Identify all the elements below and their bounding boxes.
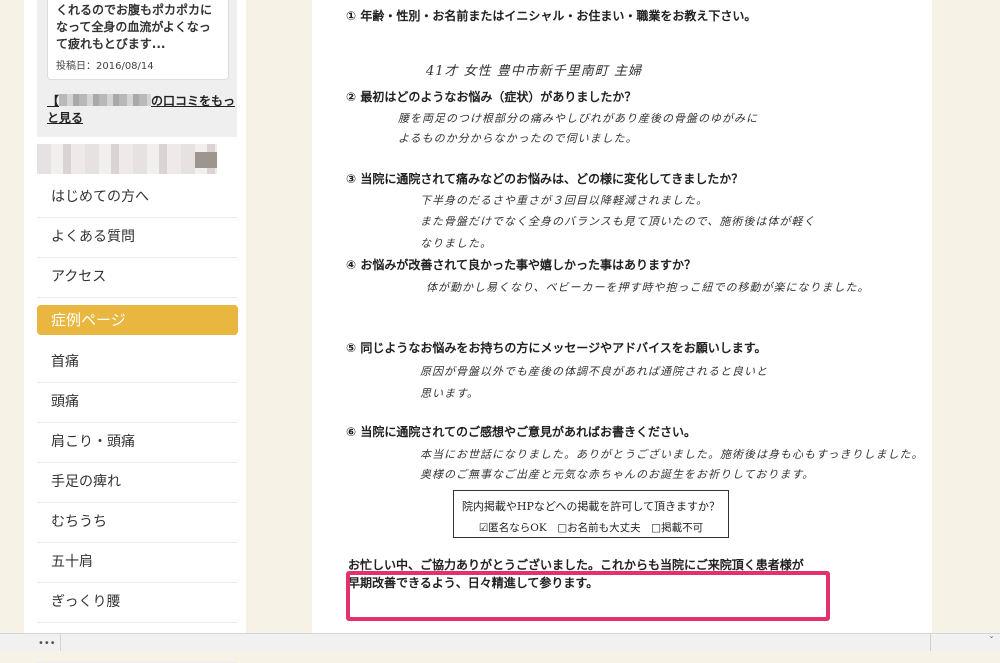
question-5: ⑤ 同じようなお悩みをお持ちの方にメッセージやアドバイスをお願いします。: [346, 341, 767, 355]
review-widget: くれるのでお腹もポカポカになって全身の血流がよくなって疲れもとびます... 投稿…: [37, 0, 237, 137]
question-4: ④ お悩みが改善されて良かった事や嬉しかった事はありますか？: [346, 258, 696, 272]
sidebar-item-first-visit[interactable]: はじめての方へ: [37, 178, 237, 218]
sidebar-item-headache[interactable]: 頭痛: [37, 383, 237, 423]
blurred-banner[interactable]: [37, 144, 217, 174]
sidebar-item-frozen-shoulder[interactable]: 五十肩: [37, 543, 237, 583]
consent-box: 院内掲載やHPなどへの掲載を許可して頂きますか？ ☑匿名ならOK □お名前も大丈…: [453, 490, 729, 538]
answer-2-line-2: よるものか分からなかったので伺いました。: [398, 132, 638, 145]
question-1: ① 年齢・性別・お名前またはイニシャル・お住まい・職業をお教え下さい。: [346, 9, 757, 23]
review-excerpt: くれるのでお腹もポカポカになって全身の血流がよくなって疲れもとびます...: [56, 3, 213, 51]
answer-6-line-2: 奥様のご無事なご出産と元気な赤ちゃんのお誕生をお祈りしております。: [420, 468, 815, 481]
sidebar-item-access[interactable]: アクセス: [37, 258, 237, 298]
bar-divider-right: [930, 634, 931, 651]
consent-options: ☑匿名ならOK □お名前も大丈夫 □掲載不可: [478, 522, 704, 534]
case-pages-header: 症例ページ: [37, 305, 238, 335]
sidebar-item-stiff-shoulder[interactable]: 肩こり・頭痛: [37, 423, 237, 463]
more-icon[interactable]: •••: [38, 638, 56, 649]
answer-1: 41才 女性 豊中市新千里南町 主婦: [426, 64, 642, 79]
sidebar-nav: はじめての方へ よくある質問 アクセス: [37, 178, 237, 298]
more-reviews-prefix: 【: [47, 94, 60, 108]
sidebar-item-whiplash[interactable]: むちうち: [37, 503, 237, 543]
question-3: ③ 当院に通院されて痛みなどのお悩みは、どの様に変化してきましたか？: [346, 172, 744, 186]
questionnaire-sheet: ① 年齢・性別・お名前またはイニシャル・お住まい・職業をお教え下さい。 41才 …: [312, 0, 932, 633]
sidebar-item-faq[interactable]: よくある質問: [37, 218, 237, 258]
answer-3-line-1: 下半身のだるさや重さが３回目以降軽減されました。: [420, 194, 708, 207]
sidebar-item-neck-pain[interactable]: 首痛: [37, 343, 237, 383]
answer-6-line-1: 本当にお世話になりました。ありがとうございました。施術後は身も心もすっきりしまし…: [420, 448, 924, 461]
bar-divider: [60, 634, 61, 651]
answer-5-line-1: 原因が骨盤以外でも産後の体調不良があれば通院されると良いと: [420, 365, 768, 378]
consent-question: 院内掲載やHPなどへの掲載を許可して頂きますか？: [461, 500, 721, 513]
sidebar-item-acute-back[interactable]: ぎっくり腰: [37, 583, 237, 623]
sidebar: くれるのでお腹もポカポカになって全身の血流がよくなって疲れもとびます... 投稿…: [24, 0, 246, 663]
sidebar-item-numbness[interactable]: 手足の痺れ: [37, 463, 237, 503]
answer-4: 体が動かし易くなり、ベビーカーを押す時や抱っこ紐での移動が楽になりました。: [426, 281, 870, 294]
question-2: ② 最初はどのようなお悩み（症状）がありましたか？: [346, 90, 637, 104]
caret-icon[interactable]: ˇ: [989, 636, 994, 647]
answer-3-line-2: また骨盤だけでなく全身のバランスも見て頂いたので、施術後は体が軽く: [420, 215, 816, 228]
answer-3-line-3: なりました。: [420, 237, 492, 250]
question-6: ⑥ 当院に通院されてのご感想やご意見があればお書きください。: [346, 425, 696, 439]
answer-5-line-2: 思います。: [420, 387, 479, 400]
review-card[interactable]: くれるのでお腹もポカポカになって全身の血流がよくなって疲れもとびます... 投稿…: [47, 0, 229, 80]
answer-2-line-1: 腰を両足のつけ根部分の痛みやしびれがあり産後の骨盤のゆがみに: [398, 112, 758, 125]
highlight-frame: [346, 571, 830, 621]
review-date: 投稿日：2016/08/14: [56, 61, 154, 72]
more-reviews-link[interactable]: 【の口コミをもっと見る: [47, 93, 237, 127]
bottom-scrollbar[interactable]: ••• ˇ: [0, 633, 1000, 651]
blurred-clinic-name: [59, 94, 152, 106]
case-nav: 首痛 頭痛 肩こり・頭痛 手足の痺れ むちうち 五十肩 ぎっくり腰 腰痛: [37, 343, 237, 663]
